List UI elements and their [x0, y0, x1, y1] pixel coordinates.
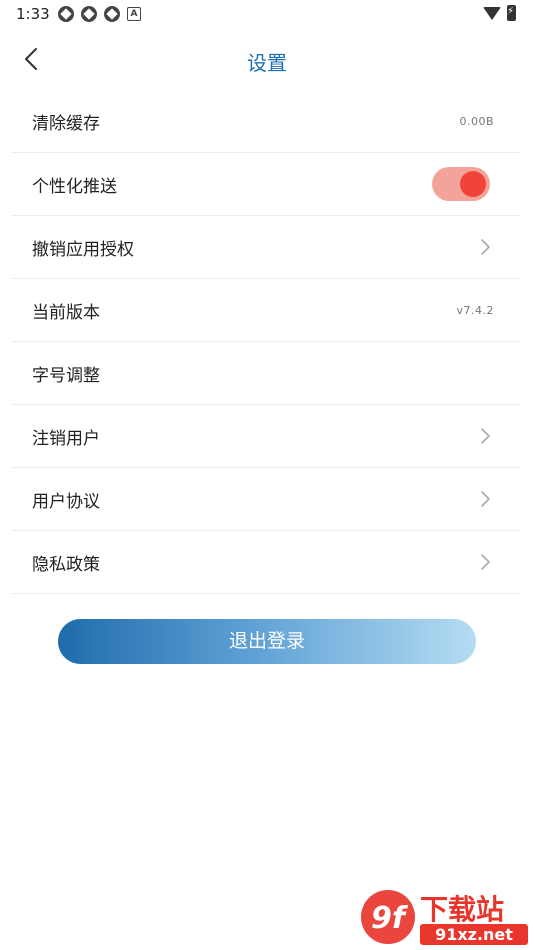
version-value: v7.4.2 — [456, 303, 494, 317]
app-icon — [58, 6, 74, 22]
settings-list: 清除缓存 0.00B 个性化推送 撤销应用授权 当前版本 v7.4.2 字号调整… — [12, 90, 520, 594]
svg-text:9f: 9f — [371, 901, 409, 936]
settings-row-user-agreement[interactable]: 用户协议 — [12, 468, 520, 531]
app-icon — [104, 6, 120, 22]
app-icon — [81, 6, 97, 22]
header: 设置 — [0, 34, 534, 84]
svg-text:91xz.net: 91xz.net — [435, 925, 513, 944]
logout-button[interactable]: 退出登录 — [58, 619, 476, 664]
watermark-logo: 9f 下载站 91xz.net — [361, 890, 528, 945]
status-system-icons — [483, 5, 516, 21]
a-icon: A — [127, 7, 141, 21]
chevron-right-icon — [481, 491, 490, 507]
row-label: 当前版本 — [32, 302, 100, 323]
settings-row-deregister-user[interactable]: 注销用户 — [12, 405, 520, 468]
cache-size-value: 0.00B — [459, 114, 494, 128]
chevron-right-icon — [481, 428, 490, 444]
row-label: 撤销应用授权 — [32, 239, 134, 260]
status-notification-icons: A — [58, 6, 141, 22]
svg-text:下载站: 下载站 — [420, 893, 504, 926]
wifi-icon — [483, 6, 501, 20]
settings-row-clear-cache[interactable]: 清除缓存 0.00B — [12, 90, 520, 153]
settings-row-privacy-policy[interactable]: 隐私政策 — [12, 531, 520, 594]
page-title: 设置 — [247, 51, 287, 75]
status-time: 1:33 — [16, 5, 50, 23]
row-label: 隐私政策 — [32, 554, 100, 575]
chevron-right-icon — [481, 239, 490, 255]
settings-row-personalized-push: 个性化推送 — [12, 153, 520, 216]
settings-row-current-version: 当前版本 v7.4.2 — [12, 279, 520, 342]
toggle-knob — [460, 171, 486, 197]
settings-row-font-size[interactable]: 字号调整 — [12, 342, 520, 405]
status-bar: 1:33 A — [0, 0, 534, 28]
row-label: 个性化推送 — [32, 176, 117, 197]
settings-row-revoke-authorization[interactable]: 撤销应用授权 — [12, 216, 520, 279]
row-label: 用户协议 — [32, 491, 100, 512]
push-toggle[interactable] — [432, 167, 490, 201]
row-label: 清除缓存 — [32, 113, 100, 134]
battery-icon — [507, 5, 516, 21]
chevron-right-icon — [481, 554, 490, 570]
row-label: 注销用户 — [32, 428, 100, 449]
row-label: 字号调整 — [32, 365, 100, 386]
